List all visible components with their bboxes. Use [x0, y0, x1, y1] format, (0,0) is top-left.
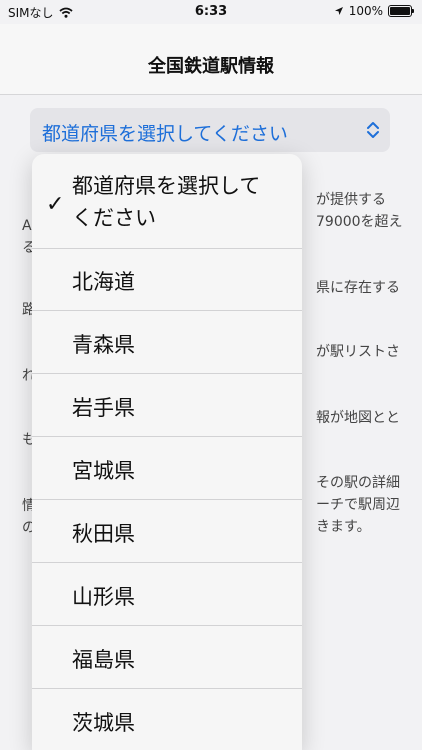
background-text: ーチで駅周辺 — [316, 497, 400, 513]
prefecture-dropdown-menu: ✓ 都道府県を選択して ください 北海道 青森県 岩手県 宮城県 秋田県 山形県… — [32, 154, 302, 750]
dropdown-item[interactable]: 宮城県 — [32, 437, 302, 500]
prefecture-select[interactable]: 都道府県を選択してください — [30, 108, 390, 152]
prefecture-select-value: 都道府県を選択してください — [42, 123, 288, 145]
dropdown-item[interactable]: 青森県 — [32, 311, 302, 374]
dropdown-item-label: 山形県 — [72, 585, 135, 609]
location-arrow-icon — [334, 7, 343, 15]
dropdown-item-label: 都道府県を選択して — [72, 174, 261, 198]
dropdown-item[interactable]: 北海道 — [32, 248, 302, 311]
navigation-bar: 全国鉄道駅情報 — [0, 24, 422, 95]
dropdown-item-label: 秋田県 — [72, 522, 135, 546]
dropdown-item[interactable]: 岩手県 — [32, 374, 302, 437]
checkmark-icon: ✓ — [46, 192, 65, 217]
battery-icon — [388, 5, 414, 17]
background-text: その駅の詳細 — [316, 475, 400, 491]
dropdown-item-label: 岩手県 — [72, 396, 135, 420]
dropdown-item-label: 北海道 — [72, 270, 135, 294]
dropdown-item-label: ください — [72, 206, 156, 230]
dropdown-item[interactable]: 福島県 — [32, 626, 302, 689]
background-text: が提供する — [316, 192, 386, 208]
dropdown-item[interactable]: 山形県 — [32, 563, 302, 626]
dropdown-item-selected[interactable]: ✓ 都道府県を選択して ください — [32, 154, 302, 249]
background-text: 79000を超え — [316, 214, 403, 230]
status-bar: SIMなし 6:33 100% — [0, 0, 422, 24]
page-title: 全国鉄道駅情報 — [148, 56, 274, 77]
battery-percentage: 100% — [348, 4, 383, 18]
chevron-up-down-icon — [367, 122, 379, 138]
background-text: 県に存在する — [316, 280, 400, 296]
dropdown-item[interactable]: 茨城県 — [32, 689, 302, 750]
battery-fill — [390, 7, 410, 15]
dropdown-item-label: 茨城県 — [72, 711, 135, 735]
background-text: A — [22, 218, 32, 234]
dropdown-item-label: 福島県 — [72, 648, 135, 672]
dropdown-item-label: 青森県 — [72, 333, 135, 357]
dropdown-item[interactable]: 秋田県 — [32, 500, 302, 563]
background-text: が駅リストさ — [316, 344, 400, 360]
status-right-group: 100% — [334, 4, 414, 18]
dropdown-item-label: 宮城県 — [72, 459, 135, 483]
background-text: 報が地図とと — [316, 410, 400, 426]
background-text: きます。 — [316, 519, 371, 535]
